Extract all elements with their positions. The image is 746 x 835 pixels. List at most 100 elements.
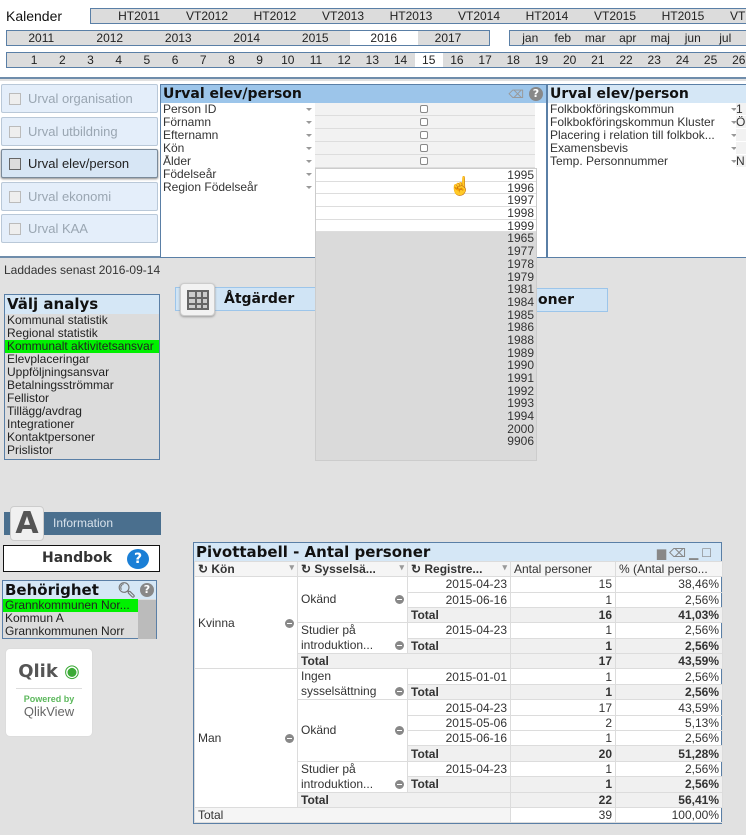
year-item[interactable]: 2015 — [281, 31, 350, 45]
dropdown-arrow-icon[interactable]: ▾ — [502, 563, 507, 574]
analysis-item[interactable]: Elevplaceringar — [5, 353, 159, 366]
clear-selection-icon[interactable]: ⌫ — [508, 86, 524, 104]
analysis-item[interactable]: Uppföljningsansvar — [5, 366, 159, 379]
year-item[interactable]: 2016 — [349, 31, 418, 45]
access-item[interactable]: Kommun A — [3, 612, 138, 625]
collapse-icon[interactable] — [395, 641, 404, 651]
collapse-icon[interactable] — [395, 726, 404, 736]
year-option-excluded[interactable]: 1984 — [316, 296, 536, 309]
year-option-excluded[interactable]: 1991 — [316, 372, 536, 385]
column-header[interactable]: % (Antal perso... — [615, 560, 723, 578]
collapse-icon[interactable] — [395, 687, 404, 697]
year-item[interactable]: 2012 — [76, 31, 145, 45]
year-option-excluded[interactable]: 1994 — [316, 410, 536, 423]
collapse-icon[interactable] — [285, 618, 294, 628]
field-row[interactable]: Folkbokföringskommun Kluster Ö — [548, 116, 746, 129]
field-row[interactable]: Temp. Personnummer N — [548, 155, 746, 168]
day-item[interactable]: 15 — [414, 53, 443, 67]
access-item[interactable]: Grannkommunen Nor... — [3, 599, 138, 612]
field-row[interactable]: Förnamn — [161, 116, 316, 129]
year-option-excluded[interactable]: 1981 — [316, 283, 536, 296]
year-option[interactable]: 1997 — [316, 194, 536, 208]
field-row[interactable]: Placering i relation till folkbok... — [548, 129, 746, 142]
month-item[interactable]: aug — [742, 31, 746, 45]
handbok-button[interactable]: Handbok ? — [3, 545, 160, 572]
day-item[interactable]: 13 — [358, 53, 386, 67]
field-row[interactable]: Person ID — [161, 103, 316, 116]
term-item[interactable]: VT2016 — [717, 9, 746, 23]
year-item[interactable]: 2013 — [144, 31, 213, 45]
nav-button-4[interactable]: Urval KAA — [1, 214, 158, 243]
access-item[interactable]: Grannkommunen Norr — [3, 625, 138, 638]
year-item[interactable]: 2014 — [213, 31, 282, 45]
month-item[interactable]: jul — [709, 31, 742, 45]
checkbox-icon[interactable] — [420, 144, 428, 152]
month-selector[interactable]: janfebmaraprmajjunjulaug — [509, 30, 746, 46]
day-item[interactable]: 21 — [584, 53, 612, 67]
year-option-excluded[interactable]: 1977 — [316, 245, 536, 258]
field-input[interactable] — [315, 155, 535, 168]
year-option[interactable]: 1999 — [316, 220, 536, 233]
year-option[interactable]: 1998 — [316, 207, 536, 220]
year-selector[interactable]: 2011 2012 2013 2014 2015 2016 2017 — [6, 30, 490, 46]
column-header[interactable]: Antal personer — [510, 560, 616, 578]
field-input[interactable] — [315, 103, 535, 116]
nav-button-0[interactable]: Urval organisation — [1, 84, 158, 113]
contacts-button[interactable]: oner — [535, 288, 608, 312]
field-input[interactable] — [315, 129, 535, 142]
day-item[interactable]: 25 — [697, 53, 725, 67]
dropdown-arrow-icon[interactable] — [306, 134, 312, 137]
year-item[interactable]: 2011 — [7, 31, 76, 45]
analysis-item[interactable]: Kommunalt aktivitetsansvar — [5, 340, 159, 353]
day-item[interactable]: 26 — [725, 53, 746, 67]
dropdown-arrow-icon[interactable] — [306, 173, 312, 176]
nav-button-3[interactable]: Urval ekonomi — [1, 181, 158, 211]
year-option[interactable]: 1995 — [316, 169, 536, 182]
day-item[interactable]: 23 — [640, 53, 668, 67]
dropdown-arrow-icon[interactable] — [306, 186, 312, 189]
year-option-excluded[interactable]: 1979 — [316, 270, 536, 284]
year-option-excluded[interactable]: 1992 — [316, 384, 536, 398]
year-option-excluded[interactable]: 1985 — [316, 308, 536, 322]
day-item[interactable]: 7 — [189, 53, 217, 67]
checkbox-icon[interactable] — [420, 105, 428, 113]
analysis-item[interactable]: Kontaktpersoner — [5, 431, 159, 444]
term-selector[interactable]: HT2011 VT2012 HT2012 VT2013 HT2013 VT2014 HT20… — [90, 8, 746, 24]
help-icon[interactable]: ? — [529, 87, 543, 101]
day-item[interactable]: 10 — [274, 53, 302, 67]
year-option-excluded[interactable]: 1965 — [316, 232, 536, 245]
term-item[interactable]: HT2014 — [513, 9, 581, 23]
month-item[interactable]: apr — [612, 31, 645, 45]
month-item[interactable]: jun — [677, 31, 710, 45]
field-input[interactable] — [315, 116, 535, 129]
checkbox-icon[interactable] — [420, 118, 428, 126]
column-header[interactable]: ↻ Registre... ▾ — [407, 560, 511, 578]
dropdown-arrow-icon[interactable] — [306, 121, 312, 124]
field-row[interactable]: Födelseår — [161, 168, 316, 181]
column-header[interactable]: ↻ Kön ▾ — [194, 560, 298, 578]
dropdown-arrow-icon[interactable] — [306, 160, 312, 163]
nav-button-2[interactable]: Urval elev/person — [1, 149, 158, 178]
day-item[interactable]: 6 — [161, 53, 189, 67]
term-item[interactable]: VT2015 — [581, 9, 649, 23]
day-selector[interactable]: 1 2 3 4 5 6 7 8 9 10 11 12 13 14 15 16 17 18 19 20 21 22 23 24 2… — [6, 52, 746, 68]
analysis-item[interactable]: Tillägg/avdrag — [5, 405, 159, 418]
day-item[interactable]: 22 — [612, 53, 640, 67]
collapse-icon[interactable] — [395, 595, 404, 605]
day-item[interactable]: 9 — [246, 53, 274, 67]
year-option-excluded[interactable]: 1993 — [316, 397, 536, 410]
year-item[interactable]: 2017 — [418, 31, 478, 45]
month-item[interactable]: maj — [644, 31, 677, 45]
field-row[interactable]: Examensbevis — [548, 142, 746, 155]
analysis-item[interactable]: Regional statistik — [5, 327, 159, 340]
month-item[interactable]: mar — [579, 31, 612, 45]
field-row[interactable]: Region Födelseår — [161, 181, 316, 194]
collapse-icon[interactable] — [395, 779, 404, 789]
help-icon[interactable]: ? — [140, 583, 154, 597]
day-item[interactable]: 14 — [386, 53, 414, 67]
day-item[interactable]: 19 — [527, 53, 555, 67]
year-option-excluded[interactable]: 1989 — [316, 346, 536, 360]
month-item[interactable]: jan — [514, 31, 547, 45]
day-item[interactable]: 18 — [499, 53, 527, 67]
analysis-item[interactable]: Fellistor — [5, 392, 159, 405]
